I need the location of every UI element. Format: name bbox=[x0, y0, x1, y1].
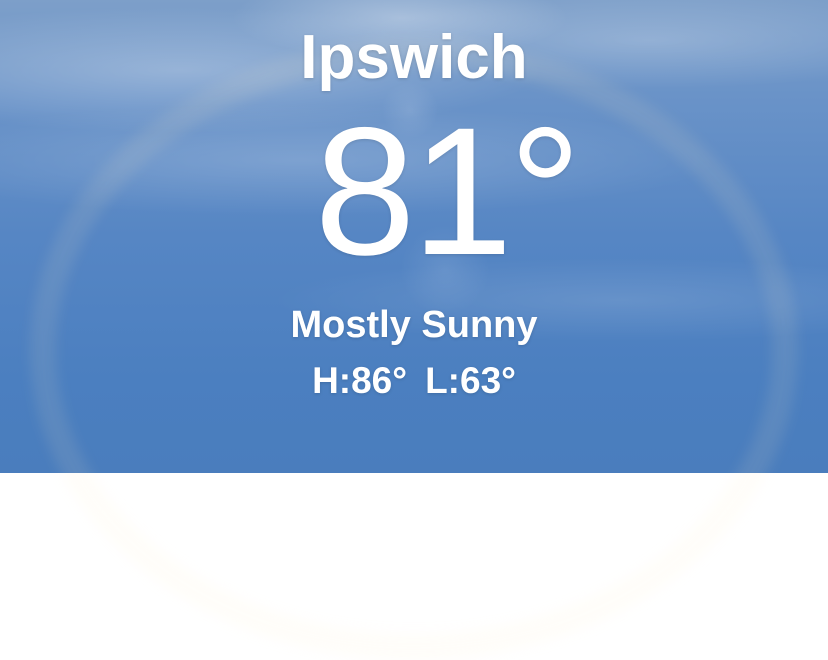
current-weather-header: Ipswich 81° Mostly Sunny H:86° L:63° bbox=[0, 0, 828, 473]
low-temperature: L:63° bbox=[425, 360, 516, 401]
weather-condition: Mostly Sunny bbox=[290, 304, 538, 346]
current-temperature: 81° bbox=[314, 89, 581, 293]
high-temperature: H:86° bbox=[312, 360, 408, 401]
city-name: Ipswich bbox=[300, 23, 528, 92]
high-low-temperatures: H:86° L:63° bbox=[0, 358, 828, 404]
